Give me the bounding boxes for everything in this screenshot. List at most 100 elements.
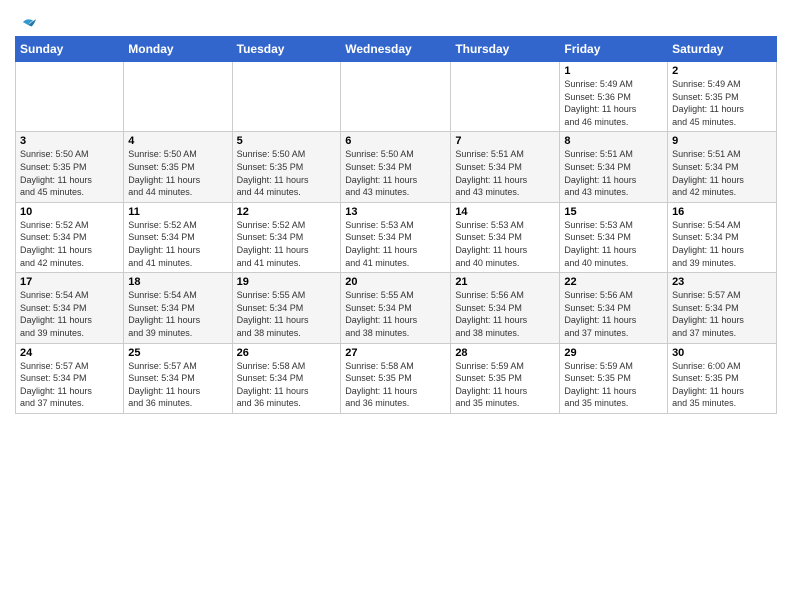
day-cell: [16, 62, 124, 132]
day-info: Sunrise: 5:53 AM Sunset: 5:34 PM Dayligh…: [564, 219, 663, 269]
day-info: Sunrise: 5:50 AM Sunset: 5:35 PM Dayligh…: [20, 148, 119, 198]
day-number: 24: [20, 347, 119, 359]
day-cell: 26Sunrise: 5:58 AM Sunset: 5:34 PM Dayli…: [232, 343, 341, 413]
weekday-sunday: Sunday: [16, 37, 124, 62]
day-number: 28: [455, 347, 555, 359]
day-number: 25: [128, 347, 227, 359]
day-cell: 24Sunrise: 5:57 AM Sunset: 5:34 PM Dayli…: [16, 343, 124, 413]
day-cell: 5Sunrise: 5:50 AM Sunset: 5:35 PM Daylig…: [232, 132, 341, 202]
day-number: 16: [672, 206, 772, 218]
day-info: Sunrise: 5:51 AM Sunset: 5:34 PM Dayligh…: [672, 148, 772, 198]
day-number: 2: [672, 65, 772, 77]
day-number: 3: [20, 135, 119, 147]
day-number: 8: [564, 135, 663, 147]
day-cell: 1Sunrise: 5:49 AM Sunset: 5:36 PM Daylig…: [560, 62, 668, 132]
calendar: SundayMondayTuesdayWednesdayThursdayFrid…: [15, 36, 777, 414]
logo: [15, 14, 39, 32]
day-number: 17: [20, 276, 119, 288]
day-info: Sunrise: 5:54 AM Sunset: 5:34 PM Dayligh…: [672, 219, 772, 269]
day-number: 27: [345, 347, 446, 359]
logo-bird-icon: [17, 14, 39, 36]
day-cell: 13Sunrise: 5:53 AM Sunset: 5:34 PM Dayli…: [341, 202, 451, 272]
weekday-saturday: Saturday: [668, 37, 777, 62]
day-cell: 22Sunrise: 5:56 AM Sunset: 5:34 PM Dayli…: [560, 273, 668, 343]
weekday-thursday: Thursday: [451, 37, 560, 62]
day-info: Sunrise: 5:59 AM Sunset: 5:35 PM Dayligh…: [564, 360, 663, 410]
day-number: 13: [345, 206, 446, 218]
weekday-header-row: SundayMondayTuesdayWednesdayThursdayFrid…: [16, 37, 777, 62]
day-info: Sunrise: 6:00 AM Sunset: 5:35 PM Dayligh…: [672, 360, 772, 410]
day-cell: 18Sunrise: 5:54 AM Sunset: 5:34 PM Dayli…: [124, 273, 232, 343]
day-cell: 8Sunrise: 5:51 AM Sunset: 5:34 PM Daylig…: [560, 132, 668, 202]
day-info: Sunrise: 5:51 AM Sunset: 5:34 PM Dayligh…: [455, 148, 555, 198]
day-info: Sunrise: 5:55 AM Sunset: 5:34 PM Dayligh…: [237, 289, 337, 339]
day-info: Sunrise: 5:56 AM Sunset: 5:34 PM Dayligh…: [455, 289, 555, 339]
day-cell: [124, 62, 232, 132]
day-info: Sunrise: 5:52 AM Sunset: 5:34 PM Dayligh…: [237, 219, 337, 269]
week-row-3: 10Sunrise: 5:52 AM Sunset: 5:34 PM Dayli…: [16, 202, 777, 272]
day-info: Sunrise: 5:50 AM Sunset: 5:35 PM Dayligh…: [128, 148, 227, 198]
day-cell: 6Sunrise: 5:50 AM Sunset: 5:34 PM Daylig…: [341, 132, 451, 202]
day-info: Sunrise: 5:57 AM Sunset: 5:34 PM Dayligh…: [128, 360, 227, 410]
day-cell: 21Sunrise: 5:56 AM Sunset: 5:34 PM Dayli…: [451, 273, 560, 343]
day-cell: 4Sunrise: 5:50 AM Sunset: 5:35 PM Daylig…: [124, 132, 232, 202]
day-number: 6: [345, 135, 446, 147]
day-number: 12: [237, 206, 337, 218]
day-number: 15: [564, 206, 663, 218]
day-cell: 12Sunrise: 5:52 AM Sunset: 5:34 PM Dayli…: [232, 202, 341, 272]
day-cell: 14Sunrise: 5:53 AM Sunset: 5:34 PM Dayli…: [451, 202, 560, 272]
week-row-1: 1Sunrise: 5:49 AM Sunset: 5:36 PM Daylig…: [16, 62, 777, 132]
day-info: Sunrise: 5:57 AM Sunset: 5:34 PM Dayligh…: [672, 289, 772, 339]
day-info: Sunrise: 5:52 AM Sunset: 5:34 PM Dayligh…: [20, 219, 119, 269]
day-cell: 27Sunrise: 5:58 AM Sunset: 5:35 PM Dayli…: [341, 343, 451, 413]
day-number: 19: [237, 276, 337, 288]
day-info: Sunrise: 5:54 AM Sunset: 5:34 PM Dayligh…: [128, 289, 227, 339]
day-info: Sunrise: 5:56 AM Sunset: 5:34 PM Dayligh…: [564, 289, 663, 339]
day-cell: 15Sunrise: 5:53 AM Sunset: 5:34 PM Dayli…: [560, 202, 668, 272]
day-cell: 20Sunrise: 5:55 AM Sunset: 5:34 PM Dayli…: [341, 273, 451, 343]
day-cell: 30Sunrise: 6:00 AM Sunset: 5:35 PM Dayli…: [668, 343, 777, 413]
header: [15, 10, 777, 32]
day-number: 18: [128, 276, 227, 288]
week-row-5: 24Sunrise: 5:57 AM Sunset: 5:34 PM Dayli…: [16, 343, 777, 413]
day-info: Sunrise: 5:50 AM Sunset: 5:34 PM Dayligh…: [345, 148, 446, 198]
day-cell: [232, 62, 341, 132]
day-cell: 23Sunrise: 5:57 AM Sunset: 5:34 PM Dayli…: [668, 273, 777, 343]
day-info: Sunrise: 5:53 AM Sunset: 5:34 PM Dayligh…: [345, 219, 446, 269]
day-cell: 16Sunrise: 5:54 AM Sunset: 5:34 PM Dayli…: [668, 202, 777, 272]
day-info: Sunrise: 5:51 AM Sunset: 5:34 PM Dayligh…: [564, 148, 663, 198]
day-info: Sunrise: 5:49 AM Sunset: 5:35 PM Dayligh…: [672, 78, 772, 128]
day-cell: 10Sunrise: 5:52 AM Sunset: 5:34 PM Dayli…: [16, 202, 124, 272]
day-info: Sunrise: 5:59 AM Sunset: 5:35 PM Dayligh…: [455, 360, 555, 410]
day-cell: [341, 62, 451, 132]
day-number: 10: [20, 206, 119, 218]
day-number: 14: [455, 206, 555, 218]
day-number: 11: [128, 206, 227, 218]
day-cell: 2Sunrise: 5:49 AM Sunset: 5:35 PM Daylig…: [668, 62, 777, 132]
day-number: 29: [564, 347, 663, 359]
day-info: Sunrise: 5:58 AM Sunset: 5:34 PM Dayligh…: [237, 360, 337, 410]
day-info: Sunrise: 5:57 AM Sunset: 5:34 PM Dayligh…: [20, 360, 119, 410]
weekday-tuesday: Tuesday: [232, 37, 341, 62]
weekday-wednesday: Wednesday: [341, 37, 451, 62]
day-cell: 25Sunrise: 5:57 AM Sunset: 5:34 PM Dayli…: [124, 343, 232, 413]
day-info: Sunrise: 5:50 AM Sunset: 5:35 PM Dayligh…: [237, 148, 337, 198]
day-info: Sunrise: 5:49 AM Sunset: 5:36 PM Dayligh…: [564, 78, 663, 128]
page: SundayMondayTuesdayWednesdayThursdayFrid…: [0, 0, 792, 424]
weekday-friday: Friday: [560, 37, 668, 62]
day-number: 5: [237, 135, 337, 147]
day-number: 26: [237, 347, 337, 359]
day-number: 7: [455, 135, 555, 147]
day-info: Sunrise: 5:52 AM Sunset: 5:34 PM Dayligh…: [128, 219, 227, 269]
day-number: 4: [128, 135, 227, 147]
day-number: 1: [564, 65, 663, 77]
day-info: Sunrise: 5:53 AM Sunset: 5:34 PM Dayligh…: [455, 219, 555, 269]
day-cell: 11Sunrise: 5:52 AM Sunset: 5:34 PM Dayli…: [124, 202, 232, 272]
day-number: 23: [672, 276, 772, 288]
day-number: 30: [672, 347, 772, 359]
day-cell: 9Sunrise: 5:51 AM Sunset: 5:34 PM Daylig…: [668, 132, 777, 202]
day-cell: 7Sunrise: 5:51 AM Sunset: 5:34 PM Daylig…: [451, 132, 560, 202]
day-cell: 17Sunrise: 5:54 AM Sunset: 5:34 PM Dayli…: [16, 273, 124, 343]
day-info: Sunrise: 5:55 AM Sunset: 5:34 PM Dayligh…: [345, 289, 446, 339]
day-cell: [451, 62, 560, 132]
